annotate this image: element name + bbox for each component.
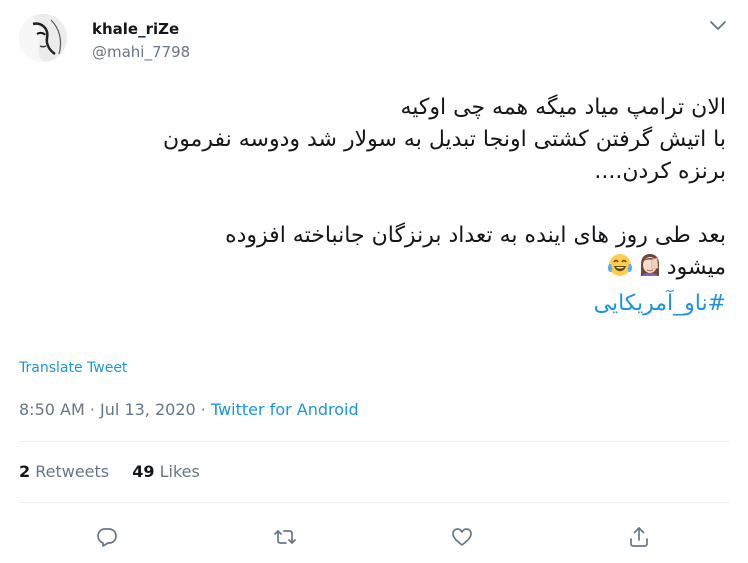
tweet-line: الان ترامپ میاد میگه همه چی اوکیه (400, 95, 726, 120)
avatar[interactable] (19, 14, 67, 62)
tweet-time[interactable]: 8:50 AM (19, 400, 85, 419)
like-icon[interactable] (445, 520, 479, 554)
reply-icon[interactable] (90, 520, 124, 554)
tears-of-joy-emoji (607, 252, 633, 288)
chevron-down-icon[interactable] (706, 16, 730, 36)
meta-separator: · (200, 400, 206, 419)
divider (19, 441, 729, 442)
tweet-header: khale_riZe @mahi_7798 (0, 0, 748, 80)
retweets-stat[interactable]: 2 Retweets (19, 462, 109, 481)
tweet-line: برنزه کردن.... (594, 159, 726, 184)
tweet-date[interactable]: Jul 13, 2020 (100, 400, 196, 419)
retweets-count: 2 (19, 462, 31, 481)
retweets-label: Retweets (35, 462, 110, 481)
user-handle[interactable]: @mahi_7798 (92, 43, 190, 61)
tweet-line: بعد طی روز های اینده به تعداد برنزگان جا… (225, 223, 726, 248)
tweet-source-link[interactable]: Twitter for Android (211, 400, 359, 419)
tweet-text: الان ترامپ میاد میگه همه چی اوکیه با اتی… (26, 92, 726, 320)
hashtag-link[interactable]: #ناو_آمریکایی (26, 288, 726, 320)
tweet-line: میشود (666, 255, 726, 280)
tweet-actions (0, 520, 748, 554)
tweet-spacer (26, 188, 726, 220)
likes-count: 49 (132, 462, 155, 481)
display-name[interactable]: khale_riZe (92, 20, 179, 38)
divider (19, 502, 729, 503)
likes-label: Likes (159, 462, 200, 481)
translate-tweet-link[interactable]: Translate Tweet (19, 360, 127, 376)
share-icon[interactable] (622, 520, 656, 554)
woman-facepalming-emoji (637, 252, 663, 288)
tweet-stats: 2 Retweets 49 Likes (19, 462, 218, 481)
tweet-line-with-emojis: میشود (26, 252, 726, 288)
likes-stat[interactable]: 49 Likes (132, 462, 200, 481)
tweet-meta: 8:50 AM · Jul 13, 2020 · Twitter for And… (19, 400, 359, 419)
tweet-line: با اتیش گرفتن کشتی اونجا تبدیل به سولار … (163, 127, 726, 152)
retweet-icon[interactable] (268, 520, 302, 554)
meta-separator: · (89, 400, 95, 419)
